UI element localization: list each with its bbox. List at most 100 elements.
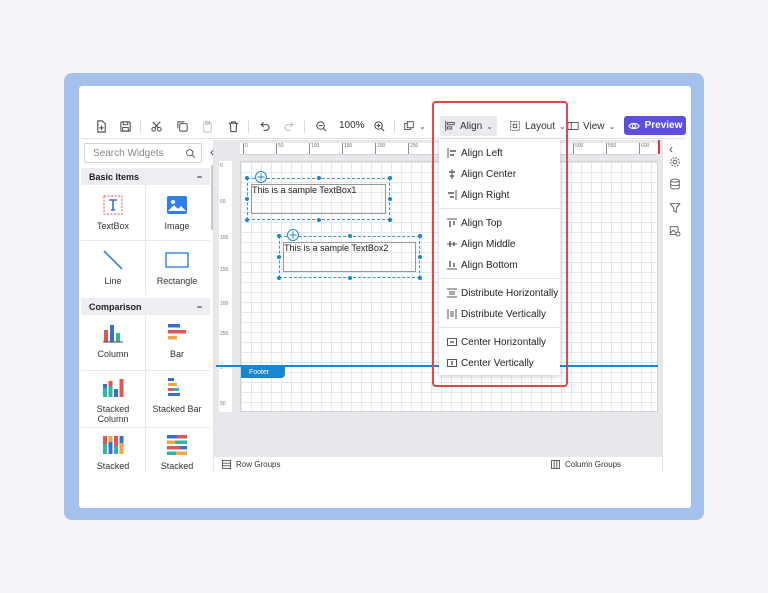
widget-stacked-bar-100[interactable]: Stacked xyxy=(145,433,209,471)
widget-column[interactable]: Column xyxy=(81,321,145,359)
widget-stacked-column-100[interactable]: Stacked xyxy=(81,433,145,471)
widget-rectangle[interactable]: Rectangle xyxy=(145,248,209,286)
collapse-icon[interactable]: − xyxy=(197,302,202,312)
resize-handle[interactable] xyxy=(418,255,422,259)
column-chart-icon xyxy=(103,325,123,343)
undo-icon[interactable] xyxy=(257,119,271,133)
comparison-header[interactable]: Comparison − xyxy=(81,298,210,315)
widget-stacked-bar[interactable]: Stacked Bar xyxy=(145,376,209,414)
comparison-grid: Column Bar Stacked Column Stacked Bar St… xyxy=(81,315,210,473)
search-placeholder: Search Widgets xyxy=(93,147,164,159)
resize-handle[interactable] xyxy=(347,234,352,238)
resize-handle[interactable] xyxy=(316,218,321,222)
chevron-down-icon: ⌄ xyxy=(419,121,426,131)
move-handle-icon[interactable] xyxy=(255,171,267,183)
footer-label[interactable]: Footer xyxy=(241,367,285,378)
ruler-tick xyxy=(309,143,310,154)
resize-handle[interactable] xyxy=(277,255,281,259)
widget-label: Stacked xyxy=(96,461,130,471)
ruler-tick-label: 250 xyxy=(410,143,419,149)
widget-label: Stacked Bar xyxy=(152,404,202,414)
basic-items-grid: TextBox Image Line Rectangle xyxy=(81,185,210,295)
zoom-out-icon[interactable] xyxy=(314,119,328,133)
save-icon[interactable] xyxy=(118,119,132,133)
ruler-tick-label: 150 xyxy=(220,267,229,273)
stacked-column-icon xyxy=(103,379,124,397)
resize-handle[interactable] xyxy=(245,218,249,222)
preview-button[interactable]: Preview xyxy=(624,116,686,135)
resize-handle[interactable] xyxy=(245,176,249,180)
preview-label: Preview xyxy=(644,120,683,131)
column-groups-label: Column Groups xyxy=(565,460,622,469)
comparison-title: Comparison xyxy=(89,301,142,312)
resize-handle[interactable] xyxy=(347,276,352,280)
move-handle-icon[interactable] xyxy=(287,229,299,241)
properties-sidebar: ‹ xyxy=(662,140,686,473)
textbox-2-text: This is a sample TextBox2 xyxy=(284,243,389,253)
ruler-tick xyxy=(408,143,409,154)
widget-line[interactable]: Line xyxy=(81,248,145,286)
widget-label: Line xyxy=(104,276,122,286)
basic-items-header[interactable]: Basic Items − xyxy=(81,168,210,185)
widget-label: Stacked Column xyxy=(96,404,130,424)
row-groups-button[interactable]: Row Groups xyxy=(222,460,280,469)
ruler-tick xyxy=(342,143,343,154)
resize-handle[interactable] xyxy=(277,276,281,280)
zoom-level[interactable]: 100% xyxy=(339,119,365,133)
widget-image[interactable]: Image xyxy=(145,193,209,231)
resize-handle[interactable] xyxy=(316,176,321,180)
stacked-bar-icon xyxy=(168,378,180,396)
widget-label: TextBox xyxy=(96,221,129,231)
widgets-panel: Search Widgets Basic Items − TextBox Ima… xyxy=(81,140,214,473)
search-input[interactable]: Search Widgets xyxy=(84,143,202,163)
basic-items-title: Basic Items xyxy=(89,171,140,182)
ruler-tick-label: 100 xyxy=(311,143,320,149)
image-settings-icon[interactable] xyxy=(669,225,681,237)
view-dropdown[interactable]: View ⌄ xyxy=(563,116,619,136)
resize-handle[interactable] xyxy=(388,218,392,222)
redo-icon[interactable] xyxy=(282,119,296,133)
ruler-tick-label: 200 xyxy=(220,301,229,307)
copy-icon[interactable] xyxy=(175,119,189,133)
textbox-2[interactable]: This is a sample TextBox2 xyxy=(279,236,420,278)
widget-textbox[interactable]: TextBox xyxy=(81,193,145,231)
delete-icon[interactable] xyxy=(226,119,240,133)
ruler-tick-label: 50 xyxy=(278,143,284,149)
resize-handle[interactable] xyxy=(418,276,422,280)
resize-handle[interactable] xyxy=(418,234,422,238)
vertical-ruler: 0 50 100 150 200 250 0 50 xyxy=(219,161,232,412)
expand-panel-icon[interactable]: ‹ xyxy=(669,142,681,156)
filter-icon[interactable] xyxy=(669,202,681,214)
row-groups-icon xyxy=(222,460,231,469)
ruler-tick xyxy=(375,143,376,154)
widget-stacked-column[interactable]: Stacked Column xyxy=(81,376,145,424)
resize-handle[interactable] xyxy=(277,234,281,238)
ruler-tick-label: 50 xyxy=(220,199,226,205)
ruler-tick-label: 200 xyxy=(377,143,386,149)
eye-icon xyxy=(627,122,640,129)
textbox-1-text: This is a sample TextBox1 xyxy=(252,185,357,195)
resize-handle[interactable] xyxy=(388,197,392,201)
ruler-tick xyxy=(573,143,574,154)
column-groups-button[interactable]: Column Groups xyxy=(551,460,621,469)
widget-label: Rectangle xyxy=(156,276,198,286)
zoom-in-icon[interactable] xyxy=(372,119,386,133)
resize-handle[interactable] xyxy=(388,176,392,180)
order-dropdown[interactable]: ⌄ xyxy=(399,116,430,136)
collapse-panel-icon[interactable]: ‹ xyxy=(210,145,222,159)
gear-icon[interactable] xyxy=(669,156,681,168)
resize-handle[interactable] xyxy=(245,197,249,201)
new-file-icon[interactable] xyxy=(94,119,108,133)
collapse-icon[interactable]: − xyxy=(197,172,202,182)
widget-bar[interactable]: Bar xyxy=(145,321,209,359)
cut-icon[interactable] xyxy=(149,119,163,133)
paste-icon[interactable] xyxy=(200,119,214,133)
chevron-down-icon: ⌄ xyxy=(608,121,616,131)
textbox-1[interactable]: This is a sample TextBox1 xyxy=(247,178,390,220)
ruler-tick-label: 600 xyxy=(641,143,650,149)
widget-label: Bar xyxy=(169,349,184,359)
highlight-box xyxy=(432,101,568,387)
database-icon[interactable] xyxy=(669,178,681,190)
row-groups-label: Row Groups xyxy=(236,460,281,469)
ruler-tick-label: 150 xyxy=(344,143,353,149)
